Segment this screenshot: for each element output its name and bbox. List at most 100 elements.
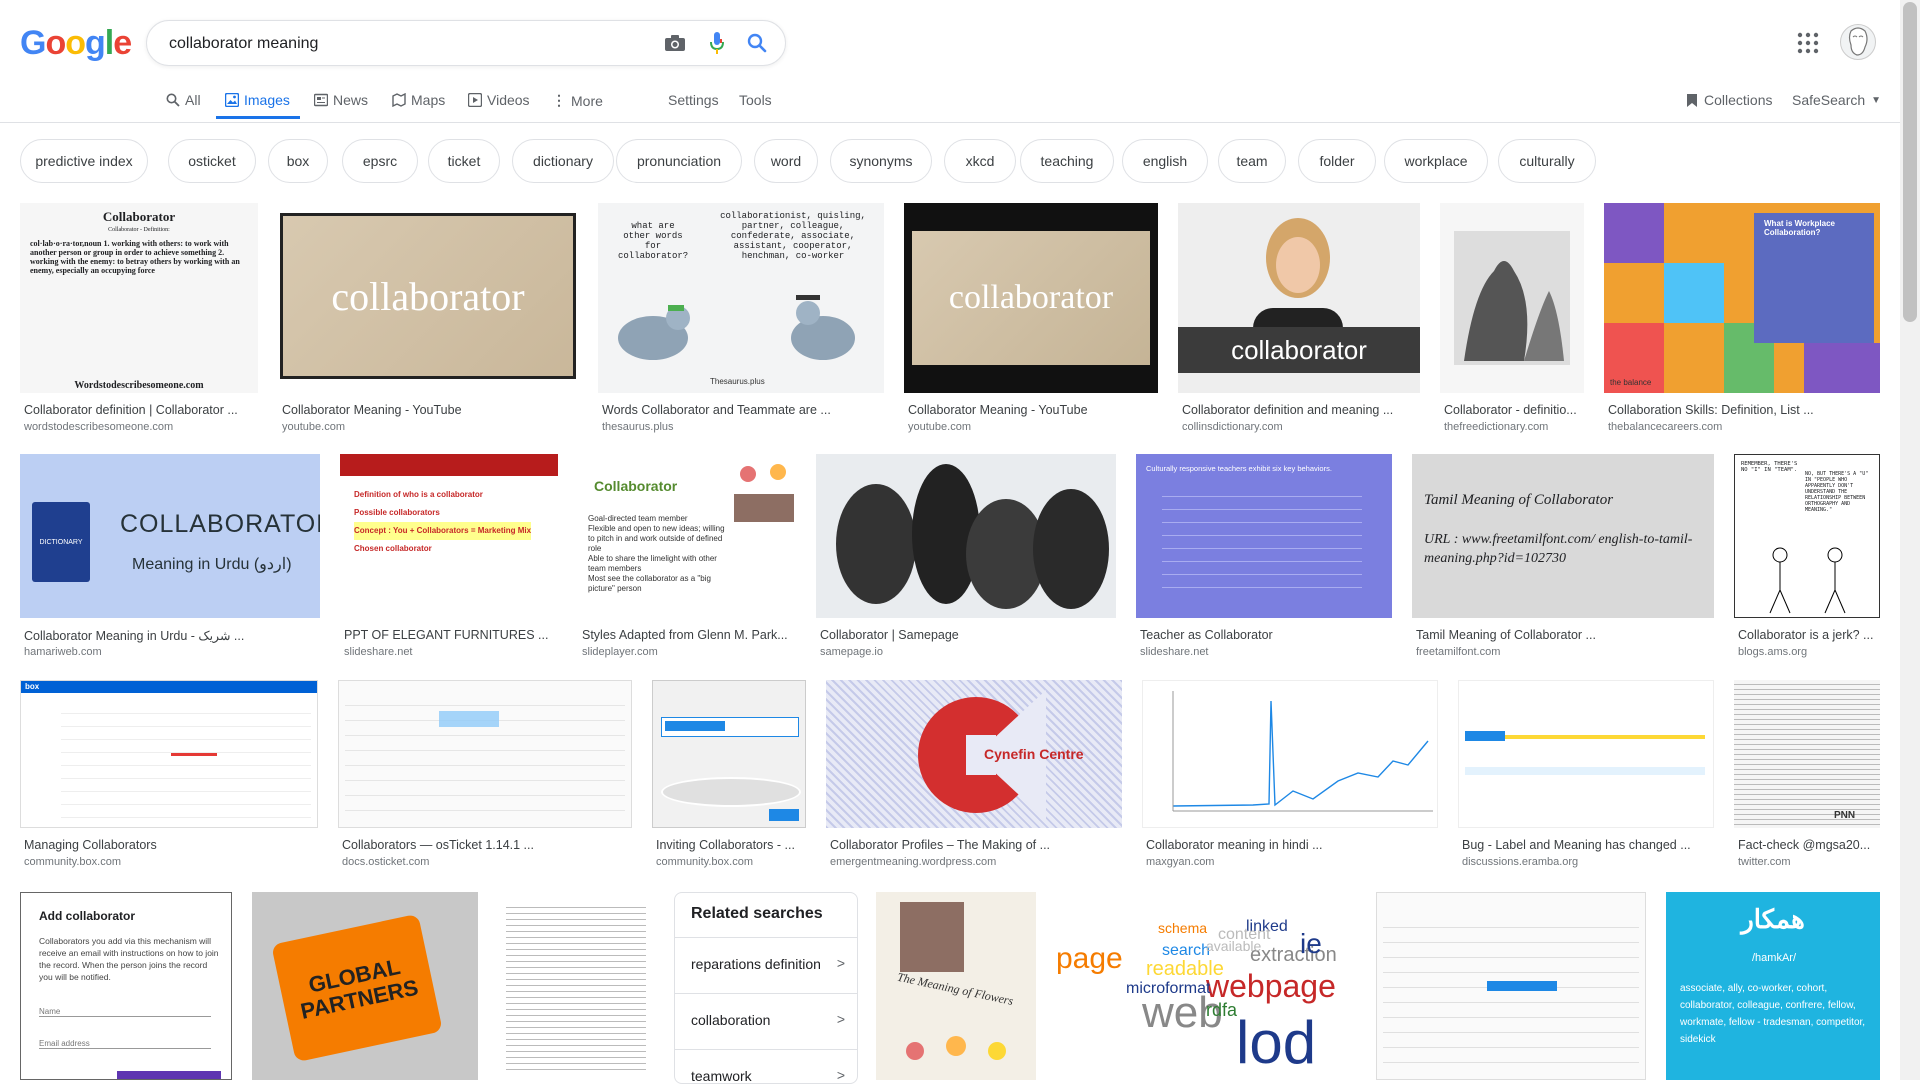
result-caption[interactable]: Teacher as Collaborator (1140, 628, 1392, 642)
result-thumbnail[interactable]: REMEMBER, THERE'S NO "I" IN "TEAM". NO, … (1734, 454, 1880, 618)
chip[interactable]: predictive index (20, 139, 148, 183)
image-result[interactable]: what are other words for collaborator? c… (598, 203, 884, 433)
result-thumbnail[interactable]: PNN (1734, 680, 1880, 828)
result-source[interactable]: thesaurus.plus (602, 421, 878, 433)
chip[interactable]: pronunciation (616, 139, 742, 183)
result-caption[interactable]: Collaborator definition | Collaborator .… (24, 403, 254, 417)
result-source[interactable]: slideshare.net (1140, 646, 1392, 658)
image-result[interactable]: Culturally responsive teachers exhibit s… (1136, 454, 1392, 660)
result-source[interactable]: freetamilfont.com (1416, 646, 1712, 658)
result-thumbnail[interactable]: Tamil Meaning of Collaborator URL : www.… (1412, 454, 1714, 618)
result-thumbnail[interactable]: Who are the Collaborators Definition of … (340, 454, 558, 618)
image-result[interactable]: box Managing Collaborators community.box… (20, 680, 318, 872)
image-result[interactable]: collaborator Collaborator definition and… (1178, 203, 1420, 433)
result-caption[interactable]: Collaborators — osTicket 1.14.1 ... (342, 838, 632, 852)
result-thumbnail[interactable]: what are other words for collaborator? c… (598, 203, 884, 393)
apps-grid-icon[interactable] (1796, 31, 1820, 55)
image-result[interactable]: Tamil Meaning of Collaborator URL : www.… (1412, 454, 1714, 660)
result-thumbnail[interactable]: collaborator (904, 203, 1158, 393)
image-result[interactable] (498, 892, 654, 1080)
result-thumbnail[interactable] (1440, 203, 1584, 393)
image-result[interactable]: Collaborator meaning in hindi ... maxgya… (1142, 680, 1438, 872)
tab-videos[interactable]: Videos (468, 92, 530, 108)
image-result[interactable]: Inviting Collaborators - ... community.b… (652, 680, 806, 872)
result-caption[interactable]: Collaborator is a jerk? ... (1738, 628, 1880, 642)
result-caption[interactable]: Collaborator Profiles – The Making of ..… (830, 838, 1122, 852)
result-caption[interactable]: Collaborator Meaning in Urdu - شریک ... (24, 628, 318, 643)
result-thumbnail[interactable] (816, 454, 1116, 618)
result-thumbnail[interactable]: همکار /hamkAr/ associate, ally, co-worke… (1666, 892, 1880, 1080)
result-caption[interactable]: Tamil Meaning of Collaborator ... (1416, 628, 1712, 642)
image-result[interactable]: Bug - Label and Meaning has changed ... … (1458, 680, 1714, 872)
result-source[interactable]: thebalancecareers.com (1608, 421, 1878, 433)
image-result[interactable]: Collaborator Collaborator - Definition: … (20, 203, 258, 433)
result-thumbnail[interactable] (1458, 680, 1714, 828)
result-thumbnail[interactable]: page webpage web lod search readable mic… (1056, 892, 1356, 1080)
camera-icon[interactable] (663, 31, 687, 55)
result-source[interactable]: wordstodescribesomeone.com (24, 421, 254, 433)
result-source[interactable]: hamariweb.com (24, 646, 318, 658)
result-thumbnail[interactable]: GLOBAL PARTNERS (252, 892, 478, 1080)
result-source[interactable]: emergentmeaning.wordpress.com (830, 856, 1122, 868)
result-caption[interactable]: Collaborator Meaning - YouTube (282, 403, 572, 417)
chip[interactable]: english (1122, 139, 1208, 183)
result-source[interactable]: slideplayer.com (582, 646, 794, 658)
result-source[interactable]: youtube.com (282, 421, 572, 433)
image-result[interactable]: Who are the Collaborators Definition of … (340, 454, 558, 660)
related-search-item[interactable]: collaboration > (675, 993, 857, 1050)
chip[interactable]: team (1218, 139, 1286, 183)
image-result[interactable]: collaborator Collaborator Meaning - YouT… (904, 203, 1158, 433)
result-thumbnail[interactable] (1142, 680, 1438, 828)
result-source[interactable]: collinsdictionary.com (1182, 421, 1420, 433)
chip[interactable]: xkcd (944, 139, 1016, 183)
result-caption[interactable]: PPT OF ELEGANT FURNITURES ... (344, 628, 556, 642)
result-caption[interactable]: Bug - Label and Meaning has changed ... (1462, 838, 1714, 852)
tab-news[interactable]: News (314, 92, 368, 108)
settings-link[interactable]: Settings (668, 92, 719, 108)
result-thumbnail[interactable]: DICTIONARY COLLABORATOR Meaning in Urdu … (20, 454, 320, 618)
result-thumbnail[interactable] (338, 680, 632, 828)
result-thumbnail[interactable]: Collaborator Collaborator - Definition: … (20, 203, 258, 393)
result-source[interactable]: youtube.com (908, 421, 1158, 433)
image-result[interactable]: REMEMBER, THERE'S NO "I" IN "TEAM". NO, … (1734, 454, 1880, 660)
safesearch-menu[interactable]: SafeSearch ▼ (1792, 92, 1881, 108)
result-source[interactable]: community.box.com (24, 856, 318, 868)
result-source[interactable]: discussions.eramba.org (1462, 856, 1714, 868)
result-thumbnail[interactable]: The Meaning of Flowers (876, 892, 1036, 1080)
image-result[interactable]: Collaborators — osTicket 1.14.1 ... docs… (338, 680, 632, 872)
collections-link[interactable]: Collections (1686, 92, 1772, 108)
chip[interactable]: culturally (1498, 139, 1596, 183)
result-thumbnail[interactable]: Collaborator Goal-directed team member F… (578, 454, 796, 618)
chip[interactable]: epsrc (342, 139, 418, 183)
tools-link[interactable]: Tools (739, 92, 772, 108)
result-caption[interactable]: Words Collaborator and Teammate are ... (602, 403, 878, 417)
chip[interactable]: synonyms (830, 139, 932, 183)
result-source[interactable]: samepage.io (820, 646, 1114, 658)
result-thumbnail[interactable]: Culturally responsive teachers exhibit s… (1136, 454, 1392, 618)
tab-all[interactable]: All (166, 92, 201, 108)
result-caption[interactable]: Collaborator - definitio... (1444, 403, 1582, 417)
result-thumbnail[interactable] (652, 680, 806, 828)
image-result[interactable]: همکار /hamkAr/ associate, ally, co-worke… (1666, 892, 1880, 1080)
google-logo[interactable]: Google (20, 24, 132, 63)
result-source[interactable]: twitter.com (1738, 856, 1880, 868)
result-caption[interactable]: Inviting Collaborators - ... (656, 838, 806, 852)
result-source[interactable]: community.box.com (656, 856, 806, 868)
result-caption[interactable]: Collaborator | Samepage (820, 628, 1114, 642)
result-caption[interactable]: Fact-check @mgsa20... (1738, 838, 1880, 852)
result-source[interactable]: docs.osticket.com (342, 856, 632, 868)
image-result[interactable] (1376, 892, 1646, 1080)
result-source[interactable]: thefreedictionary.com (1444, 421, 1582, 433)
search-input[interactable] (167, 31, 631, 57)
result-thumbnail[interactable]: collaborator (278, 203, 578, 393)
chip[interactable]: word (754, 139, 818, 183)
result-caption[interactable]: Collaboration Skills: Definition, List .… (1608, 403, 1878, 417)
avatar[interactable] (1840, 24, 1876, 60)
chip[interactable]: folder (1298, 139, 1376, 183)
related-search-item[interactable]: teamwork > (675, 1049, 857, 1083)
result-caption[interactable]: Collaborator Meaning - YouTube (908, 403, 1158, 417)
tab-images[interactable]: Images (225, 92, 290, 108)
microphone-icon[interactable] (705, 31, 729, 55)
result-caption[interactable]: Collaborator meaning in hindi ... (1146, 838, 1438, 852)
result-thumbnail[interactable]: Add collaborator Collaborators you add v… (20, 892, 232, 1080)
